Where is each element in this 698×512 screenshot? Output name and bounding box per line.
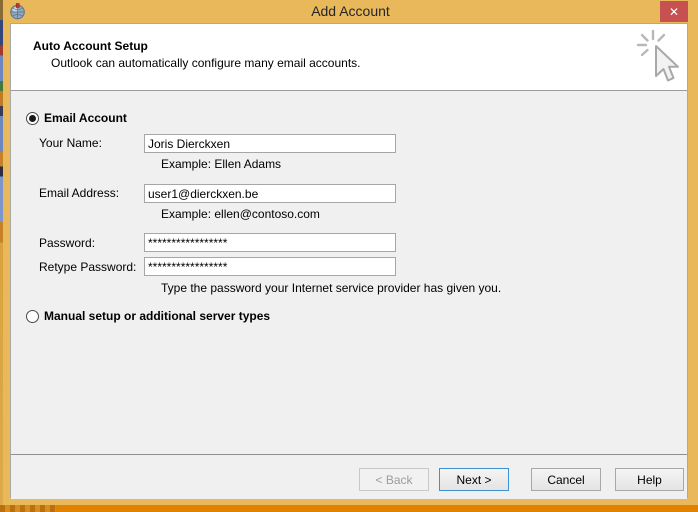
close-button[interactable]: ✕ <box>660 1 688 22</box>
email-address-input[interactable] <box>144 184 396 203</box>
password-label: Password: <box>39 236 95 251</box>
cancel-button[interactable]: Cancel <box>531 468 601 491</box>
cursor-sparkle-icon <box>636 28 682 88</box>
back-button[interactable]: < Back <box>359 468 429 491</box>
add-account-dialog: Auto Account Setup Outlook can automatic… <box>10 23 688 498</box>
help-button[interactable]: Help <box>615 468 684 491</box>
password-input[interactable] <box>144 233 396 252</box>
desktop-background-strip <box>56 505 698 512</box>
email-account-radio[interactable] <box>26 112 39 125</box>
next-button[interactable]: Next > <box>439 468 509 491</box>
wizard-title: Auto Account Setup <box>33 39 148 53</box>
desktop-background-strip <box>0 505 56 512</box>
close-icon: ✕ <box>669 6 679 18</box>
window-title: Add Account <box>3 0 698 23</box>
desktop-background-sliver <box>0 0 3 505</box>
screen: { "window": { "title": "Add Account", "c… <box>0 0 698 512</box>
retype-password-label: Retype Password: <box>39 260 136 275</box>
retype-password-input[interactable] <box>144 257 396 276</box>
your-name-example: Example: Ellen Adams <box>161 157 281 172</box>
wizard-header: Auto Account Setup Outlook can automatic… <box>11 24 687 91</box>
email-address-example: Example: ellen@contoso.com <box>161 207 320 222</box>
password-hint: Type the password your Internet service … <box>161 281 501 296</box>
manual-setup-radio-label[interactable]: Manual setup or additional server types <box>44 309 270 324</box>
your-name-label: Your Name: <box>39 136 102 151</box>
your-name-input[interactable] <box>144 134 396 153</box>
manual-setup-radio[interactable] <box>26 310 39 323</box>
email-address-label: Email Address: <box>39 186 119 201</box>
email-account-radio-label[interactable]: Email Account <box>44 111 127 126</box>
titlebar[interactable]: Add Account ✕ <box>3 0 698 23</box>
wizard-subtitle: Outlook can automatically configure many… <box>51 56 361 70</box>
